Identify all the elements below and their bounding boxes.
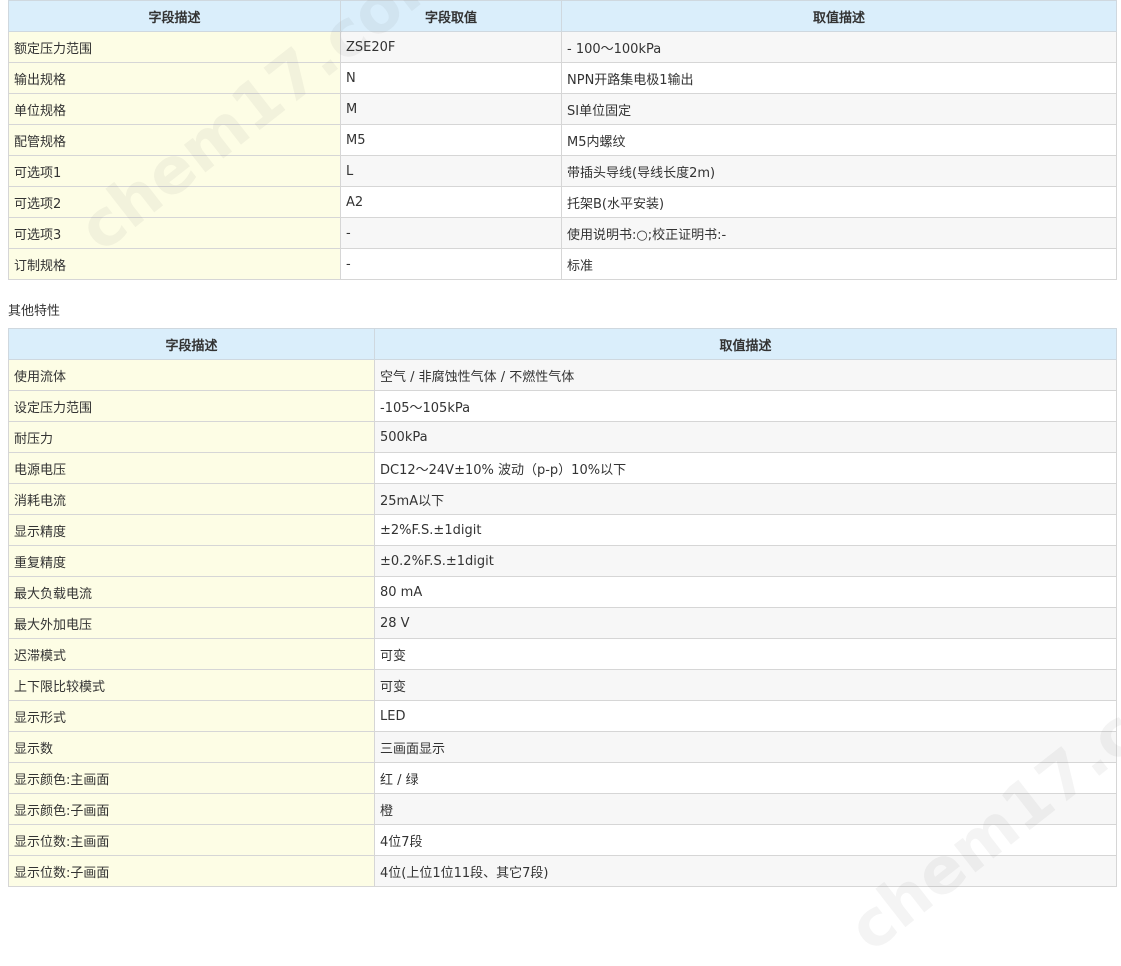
row-code: -: [340, 217, 562, 249]
row-code: M: [340, 93, 562, 125]
row-label: 电源电压: [8, 452, 375, 484]
row-label: 显示形式: [8, 700, 375, 732]
row-label: 消耗电流: [8, 483, 375, 515]
table-row: 配管规格 M5 M5内螺纹: [8, 124, 1117, 156]
row-label: 可选项3: [8, 217, 341, 249]
table-header-row: 字段描述 字段取值 取值描述: [8, 0, 1117, 32]
header-value-desc: 取值描述: [561, 0, 1117, 32]
row-desc: DC12～24V±10% 波动（p-p）10%以下: [374, 452, 1117, 484]
row-code: L: [340, 155, 562, 187]
table-row: 可选项2 A2 托架B(水平安装): [8, 186, 1117, 218]
row-desc: 空气 / 非腐蚀性气体 / 不燃性气体: [374, 359, 1117, 391]
row-label: 最大负载电流: [8, 576, 375, 608]
row-label: 显示精度: [8, 514, 375, 546]
row-label: 显示颜色:主画面: [8, 762, 375, 794]
header-field-desc: 字段描述: [8, 328, 375, 360]
row-desc: M5内螺纹: [561, 124, 1117, 156]
row-label: 配管规格: [8, 124, 341, 156]
table-row: 可选项3 - 使用说明书:○;校正证明书:-: [8, 217, 1117, 249]
row-code: N: [340, 62, 562, 94]
header-field-desc: 字段描述: [8, 0, 341, 32]
table-row: 可选项1 L 带插头导线(导线长度2m): [8, 155, 1117, 187]
row-code: A2: [340, 186, 562, 218]
row-desc: 80 mA: [374, 576, 1117, 608]
row-desc: SI单位固定: [561, 93, 1117, 125]
spec-table-other: 字段描述 取值描述 使用流体 空气 / 非腐蚀性气体 / 不燃性气体 设定压力范围…: [8, 328, 1117, 887]
table-row: 最大负载电流 80 mA: [8, 576, 1117, 608]
table-row: 显示精度 ±2%F.S.±1digit: [8, 514, 1117, 546]
row-label: 最大外加电压: [8, 607, 375, 639]
row-code: -: [340, 248, 562, 280]
row-label: 额定压力范围: [8, 31, 341, 63]
row-label: 重复精度: [8, 545, 375, 577]
table-row: 最大外加电压 28 V: [8, 607, 1117, 639]
table-row: 设定压力范围 -105～105kPa: [8, 390, 1117, 422]
row-desc: -105～105kPa: [374, 390, 1117, 422]
row-desc: 可变: [374, 638, 1117, 670]
table-row: 使用流体 空气 / 非腐蚀性气体 / 不燃性气体: [8, 359, 1117, 391]
row-label: 可选项1: [8, 155, 341, 187]
row-desc: 橙: [374, 793, 1117, 825]
row-desc: 28 V: [374, 607, 1117, 639]
row-label: 显示数: [8, 731, 375, 763]
row-label: 订制规格: [8, 248, 341, 280]
table-row: 显示位数:主画面 4位7段: [8, 824, 1117, 856]
row-label: 上下限比较模式: [8, 669, 375, 701]
row-desc: NPN开路集电极1输出: [561, 62, 1117, 94]
row-desc: 带插头导线(导线长度2m): [561, 155, 1117, 187]
row-desc: 500kPa: [374, 421, 1117, 453]
row-label: 耐压力: [8, 421, 375, 453]
row-label: 显示位数:子画面: [8, 855, 375, 887]
header-field-value: 字段取值: [340, 0, 562, 32]
table-row: 消耗电流 25mA以下: [8, 483, 1117, 515]
table-row: 重复精度 ±0.2%F.S.±1digit: [8, 545, 1117, 577]
row-desc: 托架B(水平安装): [561, 186, 1117, 218]
table-row: 显示颜色:子画面橙: [8, 793, 1117, 825]
spec-table-main: 字段描述 字段取值 取值描述 额定压力范围 ZSE20F - 100～100kP…: [8, 0, 1117, 280]
row-desc: 可变: [374, 669, 1117, 701]
table-header-row: 字段描述 取值描述: [8, 328, 1117, 360]
table-row: 电源电压 DC12～24V±10% 波动（p-p）10%以下: [8, 452, 1117, 484]
row-desc: LED: [374, 700, 1117, 732]
row-desc: ±0.2%F.S.±1digit: [374, 545, 1117, 577]
table-row: 显示位数:子画面 4位(上位1位11段、其它7段): [8, 855, 1117, 887]
table-row: 迟滞模式 可变: [8, 638, 1117, 670]
row-desc: 25mA以下: [374, 483, 1117, 515]
row-label: 显示位数:主画面: [8, 824, 375, 856]
row-label: 可选项2: [8, 186, 341, 218]
table-row: 上下限比较模式 可变: [8, 669, 1117, 701]
row-code: ZSE20F: [340, 31, 562, 63]
table-row: 耐压力 500kPa: [8, 421, 1117, 453]
table-row: 输出规格 N NPN开路集电极1输出: [8, 62, 1117, 94]
row-label: 输出规格: [8, 62, 341, 94]
row-desc: ±2%F.S.±1digit: [374, 514, 1117, 546]
table-row: 显示数 三画面显示: [8, 731, 1117, 763]
section-title-other-features: 其他特性: [8, 304, 61, 319]
row-label: 迟滞模式: [8, 638, 375, 670]
table-row: 显示颜色:主画面红 / 绿: [8, 762, 1117, 794]
row-desc: 红 / 绿: [374, 762, 1117, 794]
table-row: 单位规格 M SI单位固定: [8, 93, 1117, 125]
row-desc: 4位7段: [374, 824, 1117, 856]
table-row: 显示形式 LED: [8, 700, 1117, 732]
row-desc: - 100～100kPa: [561, 31, 1117, 63]
row-desc: 4位(上位1位11段、其它7段): [374, 855, 1117, 887]
row-desc: 三画面显示: [374, 731, 1117, 763]
row-label: 单位规格: [8, 93, 341, 125]
table-row: 订制规格 - 标准: [8, 248, 1117, 280]
header-value-desc: 取值描述: [374, 328, 1117, 360]
row-desc: 标准: [561, 248, 1117, 280]
row-label: 使用流体: [8, 359, 375, 391]
row-label: 显示颜色:子画面: [8, 793, 375, 825]
row-desc: 使用说明书:○;校正证明书:-: [561, 217, 1117, 249]
row-code: M5: [340, 124, 562, 156]
table-row: 额定压力范围 ZSE20F - 100～100kPa: [8, 31, 1117, 63]
row-label: 设定压力范围: [8, 390, 375, 422]
